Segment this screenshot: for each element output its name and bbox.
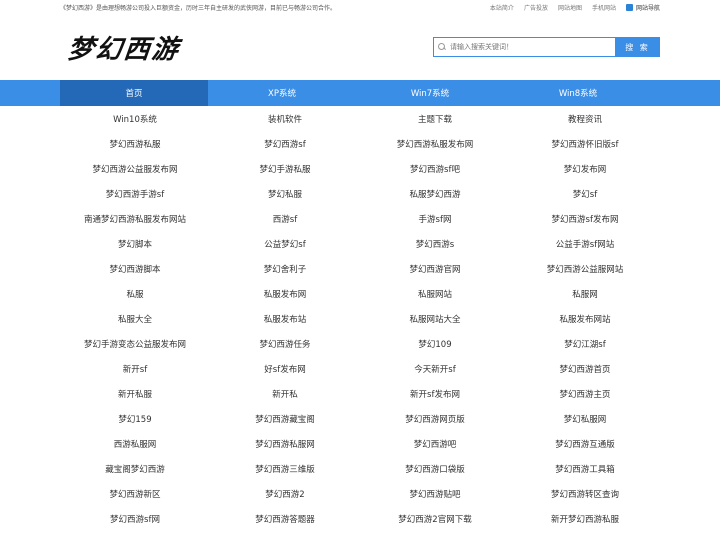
site-notice: 《梦幻西游》是由理想畅游公司投入巨额资金，历时三年自主研发的武侠网游，目前已与畅… (60, 4, 337, 12)
link-item[interactable]: 新开梦幻西游私服 (510, 506, 660, 531)
top-links: 本站简介 广告投放 网站地图 手机网站 网站导航 (490, 3, 660, 12)
search-box (433, 37, 615, 57)
link-item[interactable]: 主题下载 (360, 106, 510, 131)
link-item[interactable]: 梦幻西游主页 (510, 381, 660, 406)
search-bar: 搜 索 (433, 37, 660, 57)
link-item[interactable]: 手游sf网 (360, 206, 510, 231)
link-item[interactable]: 私服发布网 (210, 281, 360, 306)
top-link-about[interactable]: 本站简介 (490, 3, 514, 12)
link-item[interactable]: 私服 (60, 281, 210, 306)
search-input[interactable] (450, 43, 610, 51)
link-item[interactable]: 藏宝阁梦幻西游 (60, 456, 210, 481)
link-item[interactable]: 梦幻手游私服 (210, 156, 360, 181)
link-item[interactable]: 装机软件 (210, 106, 360, 131)
nav-item-win8[interactable]: Win8系统 (504, 80, 652, 106)
link-item[interactable]: 梦幻109 (360, 331, 510, 356)
link-item[interactable]: 私服网 (510, 281, 660, 306)
search-icon (438, 43, 446, 51)
link-item[interactable]: 梦幻西游首页 (510, 356, 660, 381)
link-item[interactable]: 梦幻西游2 (210, 481, 360, 506)
link-item[interactable]: 梦幻西游私服网 (210, 431, 360, 456)
site-logo[interactable]: 梦幻西游 (66, 29, 182, 66)
link-item[interactable]: 梦幻西游sf发布网 (510, 206, 660, 231)
link-item[interactable]: 西游sf (210, 206, 360, 231)
link-item[interactable]: 梦幻西游口袋版 (360, 456, 510, 481)
link-item[interactable]: 梦幻发布网 (510, 156, 660, 181)
link-item[interactable]: 梦幻西游互通版 (510, 431, 660, 456)
link-item[interactable]: 私服发布站 (210, 306, 360, 331)
link-item[interactable]: 梦幻脚本 (60, 231, 210, 256)
link-item[interactable]: 梦幻西游网页版 (360, 406, 510, 431)
link-item[interactable]: 私服大全 (60, 306, 210, 331)
link-item[interactable]: 私服梦幻西游 (360, 181, 510, 206)
link-item[interactable]: 新开sf发布网 (360, 381, 510, 406)
link-item[interactable]: 梦幻西游任务 (210, 331, 360, 356)
link-item[interactable]: 梦幻西游新区 (60, 481, 210, 506)
link-item[interactable]: 梦幻西游手游sf (60, 181, 210, 206)
link-item[interactable]: Win10系统 (60, 106, 210, 131)
nav-item-xp[interactable]: XP系统 (208, 80, 356, 106)
link-item[interactable]: 梦幻西游怀旧版sf (510, 131, 660, 156)
link-item[interactable]: 梦幻西游工具箱 (510, 456, 660, 481)
link-item[interactable]: 西游私服网 (60, 431, 210, 456)
link-grid: Win10系统 装机软件 主题下载 教程资讯梦幻西游私服 梦幻西游sf 梦幻西游私服发布网… (0, 106, 720, 531)
site-nav-icon (625, 3, 633, 11)
link-item[interactable]: 公益手游sf网站 (510, 231, 660, 256)
link-item[interactable]: 梦幻西游私服 (60, 131, 210, 156)
link-item[interactable]: 梦幻西游私服发布网 (360, 131, 510, 156)
link-item[interactable]: 新开私服 (60, 381, 210, 406)
link-item[interactable]: 梦幻西游脚本 (60, 256, 210, 281)
link-item[interactable]: 梦幻西游sf网 (60, 506, 210, 531)
link-item[interactable]: 新开私 (210, 381, 360, 406)
link-item[interactable]: 好sf发布网 (210, 356, 360, 381)
top-link-ads[interactable]: 广告投放 (524, 3, 548, 12)
header: 梦幻西游 搜 索 (0, 14, 720, 80)
link-item[interactable]: 教程资讯 (510, 106, 660, 131)
link-item[interactable]: 私服发布网站 (510, 306, 660, 331)
top-bar: 《梦幻西游》是由理想畅游公司投入巨额资金，历时三年自主研发的武侠网游，目前已与畅… (0, 0, 720, 14)
link-item[interactable]: 梦幻手游变态公益服发布网 (60, 331, 210, 356)
link-item[interactable]: 梦幻西游sf (210, 131, 360, 156)
top-link-mobile[interactable]: 手机网站 (592, 3, 616, 12)
link-item[interactable]: 梦幻西游三维版 (210, 456, 360, 481)
link-item[interactable]: 梦幻私服网 (510, 406, 660, 431)
link-item[interactable]: 梦幻西游s (360, 231, 510, 256)
link-item[interactable]: 梦幻西游2官网下载 (360, 506, 510, 531)
top-link-sitemap[interactable]: 网站地图 (558, 3, 582, 12)
link-item[interactable]: 梦幻私服 (210, 181, 360, 206)
link-item[interactable]: 梦幻159 (60, 406, 210, 431)
link-item[interactable]: 梦幻sf (510, 181, 660, 206)
link-item[interactable]: 梦幻西游答题器 (210, 506, 360, 531)
link-item[interactable]: 今天新开sf (360, 356, 510, 381)
link-item[interactable]: 梦幻西游公益服网站 (510, 256, 660, 281)
link-item[interactable]: 南通梦幻西游私服发布网站 (60, 206, 210, 231)
link-item[interactable]: 梦幻西游贴吧 (360, 481, 510, 506)
link-item[interactable]: 梦幻西游藏宝阁 (210, 406, 360, 431)
link-item[interactable]: 梦幻西游官网 (360, 256, 510, 281)
link-item[interactable]: 私服网站 (360, 281, 510, 306)
link-item[interactable]: 梦幻西游吧 (360, 431, 510, 456)
link-item[interactable]: 新开sf (60, 356, 210, 381)
main-nav: 首页 XP系统 Win7系统 Win8系统 (0, 80, 720, 106)
nav-item-win7[interactable]: Win7系统 (356, 80, 504, 106)
link-item[interactable]: 公益梦幻sf (210, 231, 360, 256)
site-nav-label: 网站导航 (635, 4, 660, 12)
site-nav-link[interactable]: 网站导航 (625, 3, 660, 12)
nav-item-home[interactable]: 首页 (60, 80, 208, 106)
link-item[interactable]: 私服网站大全 (360, 306, 510, 331)
link-item[interactable]: 梦幻西游转区查询 (510, 481, 660, 506)
link-item[interactable]: 梦幻西游公益服发布网 (60, 156, 210, 181)
link-item[interactable]: 梦幻舍利子 (210, 256, 360, 281)
link-item[interactable]: 梦幻江湖sf (510, 331, 660, 356)
link-item[interactable]: 梦幻西游sf吧 (360, 156, 510, 181)
search-button[interactable]: 搜 索 (615, 37, 660, 57)
